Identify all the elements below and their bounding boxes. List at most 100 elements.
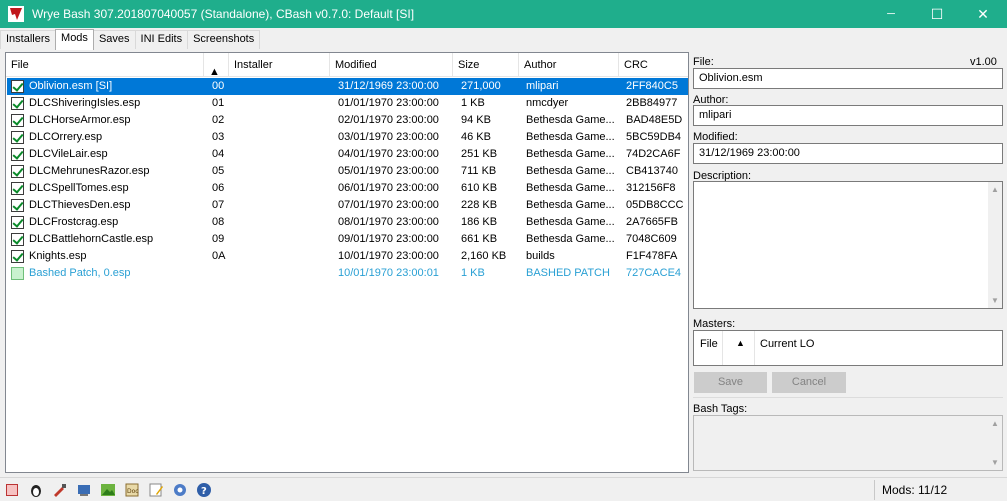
tab-saves[interactable]: Saves xyxy=(92,30,136,49)
file-field[interactable]: Oblivion.esm xyxy=(693,68,1003,89)
table-row[interactable]: DLCOrrery.esp 03 03/01/1970 23:00:00 46 KB B… xyxy=(7,129,688,146)
mods-list[interactable]: File ▲ Installer Modified Size Author CR… xyxy=(5,52,689,473)
table-row[interactable]: DLCSpellTomes.esp 06 06/01/1970 23:00:00 61… xyxy=(7,180,688,197)
column-header-modified[interactable]: Modified xyxy=(330,53,453,77)
title-bar: Wrye Bash 307.201807040057 (Standalone),… xyxy=(0,0,1007,28)
mod-checkbox[interactable] xyxy=(11,216,24,229)
table-row[interactable]: DLCShiveringIsles.esp 01 01/01/1970 23:00:… xyxy=(7,95,688,112)
mod-checkbox[interactable] xyxy=(11,114,24,127)
image-icon[interactable] xyxy=(100,482,116,498)
column-header-size[interactable]: Size xyxy=(453,53,519,77)
masters-column-file[interactable]: File xyxy=(700,338,718,350)
table-row[interactable]: DLCBattlehornCastle.esp 09 09/01/1970 23:0… xyxy=(7,231,688,248)
settings-tool-icon[interactable] xyxy=(76,482,92,498)
save-button[interactable]: Save xyxy=(694,372,767,393)
mod-checkbox[interactable] xyxy=(11,233,24,246)
scroll-down-icon[interactable]: ▼ xyxy=(991,458,999,467)
notepad-icon[interactable] xyxy=(148,482,164,498)
tab-ini-edits[interactable]: INI Edits xyxy=(134,30,189,49)
cell-order: 08 xyxy=(212,216,225,228)
column-header-order[interactable]: ▲ xyxy=(204,53,229,78)
tab-mods[interactable]: Mods xyxy=(55,29,94,50)
doc-icon[interactable]: Doc xyxy=(124,482,140,498)
cell-file: DLCVileLair.esp xyxy=(29,148,108,160)
table-row[interactable]: DLCFrostcrag.esp 08 08/01/1970 23:00:00 186… xyxy=(7,214,688,231)
table-row[interactable]: Knights.esp 0A 10/01/1970 23:00:00 2,160 KB… xyxy=(7,248,688,265)
cell-modified: 10/01/1970 23:00:01 xyxy=(338,267,439,279)
bash-tags-scrollbar[interactable]: ▲ ▼ xyxy=(988,416,1002,470)
cell-installer xyxy=(236,78,331,95)
cell-modified: 08/01/1970 23:00:00 xyxy=(338,216,439,228)
stop-icon[interactable] xyxy=(6,484,18,496)
cell-installer xyxy=(236,163,331,180)
table-row[interactable]: Bashed Patch, 0.esp 10/01/1970 23:00:01 1 … xyxy=(7,265,688,282)
mod-checkbox[interactable] xyxy=(11,97,24,110)
cell-size: 186 KB xyxy=(461,216,498,228)
scroll-up-icon[interactable]: ▲ xyxy=(991,419,999,428)
close-button[interactable]: ✕ xyxy=(960,0,1006,28)
mod-checkbox[interactable] xyxy=(11,165,24,178)
table-row[interactable]: Oblivion.esm [SI] 00 31/12/1969 23:00:00 27… xyxy=(7,78,688,95)
cell-installer xyxy=(236,180,331,197)
table-row[interactable]: DLCHorseArmor.esp 02 02/01/1970 23:00:00 94… xyxy=(7,112,688,129)
modified-field[interactable]: 31/12/1969 23:00:00 xyxy=(693,143,1003,164)
cell-file: DLCMehrunesRazor.esp xyxy=(29,165,150,177)
cell-crc: 74D2CA6F xyxy=(626,148,681,160)
mod-checkbox[interactable] xyxy=(11,182,24,195)
cell-file: DLCThievesDen.esp xyxy=(29,199,131,211)
scroll-up-icon[interactable]: ▲ xyxy=(991,185,999,194)
masters-column-current-lo[interactable]: Current LO xyxy=(760,338,814,350)
column-header-installer[interactable]: Installer xyxy=(229,53,330,77)
cancel-button[interactable]: Cancel xyxy=(772,372,846,393)
cell-crc: 727CACE4 xyxy=(626,267,682,279)
bash-tags-label: Bash Tags: xyxy=(693,403,748,415)
gear-icon[interactable] xyxy=(172,482,188,498)
cell-order: 04 xyxy=(212,148,225,160)
cell-crc: 2BB84977 xyxy=(626,97,678,109)
cell-author: Bethesda Game... xyxy=(526,216,615,228)
mod-checkbox[interactable] xyxy=(11,131,24,144)
description-scrollbar[interactable]: ▲ ▼ xyxy=(988,182,1002,308)
tab-installers[interactable]: Installers xyxy=(0,30,57,49)
cell-order: 00 xyxy=(212,80,225,92)
tool-icon[interactable] xyxy=(52,482,68,498)
mod-checkbox[interactable] xyxy=(11,267,24,280)
penguin-icon[interactable] xyxy=(28,482,44,498)
cell-file: DLCFrostcrag.esp xyxy=(29,216,119,228)
author-field[interactable]: mlipari xyxy=(693,105,1003,126)
minimize-button[interactable]: ─ xyxy=(868,0,914,28)
cell-order xyxy=(212,265,232,282)
table-row[interactable]: DLCMehrunesRazor.esp 05 05/01/1970 23:00:0… xyxy=(7,163,688,180)
cell-size: 46 KB xyxy=(461,131,491,143)
scroll-down-icon[interactable]: ▼ xyxy=(991,296,999,305)
maximize-button[interactable]: ☐ xyxy=(914,0,960,28)
help-icon[interactable]: ? xyxy=(196,482,212,498)
column-header-author[interactable]: Author xyxy=(519,53,619,77)
mod-checkbox[interactable] xyxy=(11,199,24,212)
tab-screenshots[interactable]: Screenshots xyxy=(187,30,261,49)
cell-crc: 7048C609 xyxy=(626,233,677,245)
table-row[interactable]: DLCThievesDen.esp 07 07/01/1970 23:00:00 22… xyxy=(7,197,688,214)
mod-checkbox[interactable] xyxy=(11,148,24,161)
masters-label: Masters: xyxy=(693,318,736,330)
file-label: File: xyxy=(693,56,714,68)
mod-checkbox[interactable] xyxy=(11,80,24,93)
cell-order: 09 xyxy=(212,233,225,245)
cell-size: 94 KB xyxy=(461,114,491,126)
cell-installer xyxy=(236,197,331,214)
masters-list[interactable]: File ▲ Current LO xyxy=(693,330,1003,366)
masters-sort-icon[interactable]: ▲ xyxy=(736,338,745,348)
main-tabs: Installers Mods Saves INI Edits Screensh… xyxy=(0,29,261,50)
column-header-file[interactable]: File xyxy=(6,53,204,77)
mod-checkbox[interactable] xyxy=(11,250,24,263)
cell-author: builds xyxy=(526,250,555,262)
divider xyxy=(693,397,1003,398)
description-field[interactable]: ▲ ▼ xyxy=(693,181,1003,309)
cell-file: DLCOrrery.esp xyxy=(29,131,103,143)
bash-tags-field[interactable]: ▲ ▼ xyxy=(693,415,1003,471)
cell-size: 661 KB xyxy=(461,233,498,245)
table-row[interactable]: DLCVileLair.esp 04 04/01/1970 23:00:00 251 … xyxy=(7,146,688,163)
cell-crc: 2FF840C5 xyxy=(626,80,678,92)
cell-author: Bethesda Game... xyxy=(526,165,615,177)
column-header-crc[interactable]: CRC xyxy=(619,53,688,77)
